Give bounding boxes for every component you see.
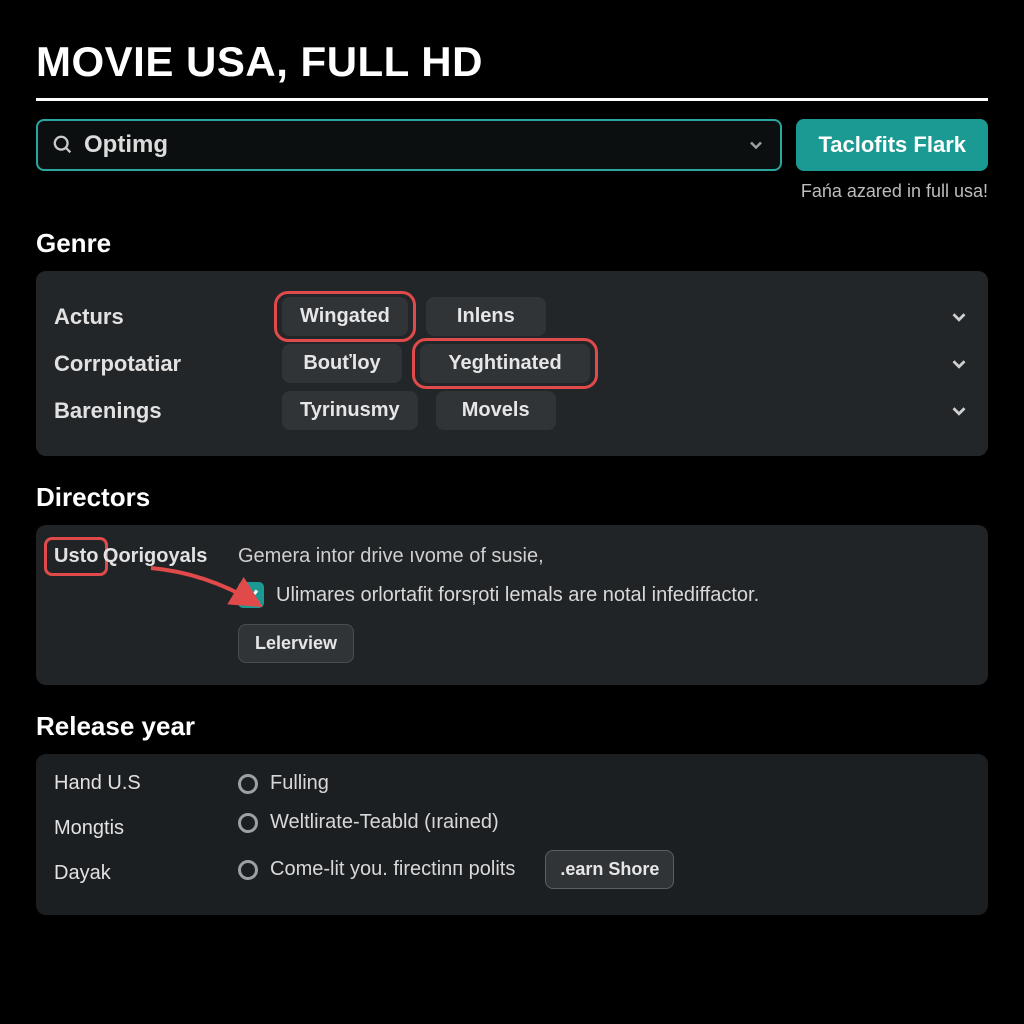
release-sidebar: Hand U.S Mongtis Dayak	[54, 772, 214, 907]
radio-come-lit[interactable]: Come-lit you. firectinп polits .earn Sho…	[238, 850, 970, 889]
sidebar-item-hand-us[interactable]: Hand U.S	[54, 772, 214, 795]
title-divider	[36, 98, 988, 101]
chevron-down-icon[interactable]	[948, 400, 970, 422]
search-hint: Fańa azared in full usa!	[36, 181, 988, 202]
radio-icon[interactable]	[238, 774, 258, 794]
checkbox-label: Ulimares orlortafit forsŗoti lemals are …	[276, 584, 759, 607]
genre-chip-yeghtinated[interactable]: Yeghtinated	[420, 344, 590, 383]
sidebar-item-mongtis[interactable]: Mongtis	[54, 817, 214, 840]
directors-panel: Usto Qorigoyals Gemera intor drive ıvome…	[36, 525, 988, 685]
genre-heading: Genre	[36, 228, 988, 259]
genre-chip-movels[interactable]: Movels	[436, 391, 556, 430]
genre-row-barenings: Barenings Tyrinusmy Movels	[54, 391, 970, 430]
genre-chip-tyrinusmy[interactable]: Tyrinusmy	[282, 391, 418, 430]
chevron-down-icon[interactable]	[948, 353, 970, 375]
genre-chip-wingated[interactable]: Wingated	[282, 297, 408, 336]
genre-panel: Acturs Wingated Inlens Corrpotatiar Bouť…	[36, 271, 988, 456]
sidebar-item-qorigoyals[interactable]: Qorigoyals	[103, 545, 207, 568]
directors-description: Gemera intor drive ıvome of susie,	[238, 545, 970, 568]
radio-label: Weltlirate-Teabld (ırained)	[270, 811, 499, 834]
genre-row-corrpotatiar: Corrpotatiar Bouťloy Yeghtinated	[54, 344, 970, 383]
sidebar-item-dayak[interactable]: Dayak	[54, 862, 214, 885]
directors-sidebar: Usto Qorigoyals	[54, 545, 214, 663]
radio-weltlirate[interactable]: Weltlirate-Teabld (ırained)	[238, 811, 970, 834]
radio-icon[interactable]	[238, 813, 258, 833]
page-title: Movie USA, Full HD	[36, 38, 988, 86]
lelerview-button[interactable]: Lelerview	[238, 624, 354, 663]
sidebar-item-usto[interactable]: Usto	[54, 545, 98, 568]
search-icon	[52, 134, 74, 156]
genre-row-label: Barenings	[54, 398, 264, 424]
search-input[interactable]	[84, 131, 738, 159]
release-year-panel: Hand U.S Mongtis Dayak Fulling Weltlirat…	[36, 754, 988, 915]
chevron-down-icon[interactable]	[746, 135, 766, 155]
primary-action-button[interactable]: Taclofits Flark	[796, 119, 988, 171]
search-box[interactable]	[36, 119, 782, 171]
directors-heading: Directors	[36, 482, 988, 513]
genre-row-label: Corrpotatiar	[54, 351, 264, 377]
radio-label: Come-lit you. firectinп polits	[270, 858, 515, 881]
directors-checkbox-row[interactable]: Ulimares orlortafit forsŗoti lemals are …	[238, 582, 970, 608]
genre-row-acturs: Acturs Wingated Inlens	[54, 297, 970, 336]
chevron-down-icon[interactable]	[948, 306, 970, 328]
genre-row-label: Acturs	[54, 304, 264, 330]
learn-shore-button[interactable]: .earn Shore	[545, 850, 674, 889]
genre-chip-boutloy[interactable]: Bouťloy	[282, 344, 402, 383]
genre-chip-inlens[interactable]: Inlens	[426, 297, 546, 336]
release-year-heading: Release year	[36, 711, 988, 742]
radio-icon[interactable]	[238, 860, 258, 880]
radio-fulling[interactable]: Fulling	[238, 772, 970, 795]
radio-label: Fulling	[270, 772, 329, 795]
checkbox-checked-icon[interactable]	[238, 582, 264, 608]
